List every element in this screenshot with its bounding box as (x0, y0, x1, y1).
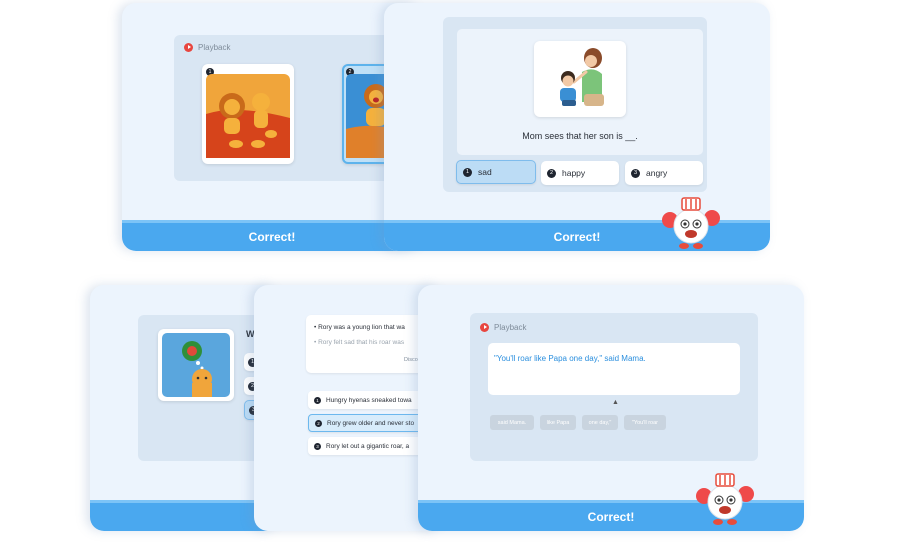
word-chip-1[interactable]: said Mama. (490, 415, 534, 430)
option-label: Rory grew older and never sto (327, 419, 415, 427)
playback-button[interactable]: Playback (184, 43, 230, 52)
option-label: happy (562, 168, 586, 178)
footer-label: Correct! (248, 230, 296, 244)
play-icon (480, 323, 489, 332)
card-bottom-left: W 1 2 3 (90, 285, 280, 531)
footer-bar (90, 500, 280, 531)
option-label: sad (478, 167, 492, 177)
playback-button[interactable]: Playback (480, 323, 526, 332)
option-number: 2 (315, 419, 322, 427)
word-chip-3[interactable]: one day," (582, 415, 618, 430)
option-label: angry (646, 168, 668, 178)
answer-option-sad[interactable]: 1 sad (456, 160, 536, 184)
sentence-box (488, 343, 740, 395)
story-fragment: Disco (404, 357, 418, 363)
chip-label: said Mama. (497, 419, 527, 426)
question-image (158, 329, 234, 401)
question-image (534, 41, 626, 117)
mother-son-icon (560, 48, 604, 106)
word-chip-4[interactable]: "You'll roar (624, 415, 666, 430)
playback-label: Playback (198, 43, 231, 52)
story-line-1: • Rory was a young lion that wa (314, 324, 405, 331)
footer-label: Correct! (587, 510, 635, 524)
chip-label: "You'll roar (631, 419, 659, 426)
lion-family-image (206, 74, 290, 158)
cursor-icon: ▲ (612, 399, 619, 406)
card-top-left: Playback 1 2 Correct! (122, 3, 422, 251)
option-number: 3 (314, 442, 321, 450)
chip-label: like Papa (546, 419, 570, 426)
sentence-text: "You'll roar like Papa one day," said Ma… (494, 354, 646, 363)
playback-label: Playback (494, 323, 527, 332)
option-number: 3 (631, 168, 640, 178)
option-number: 1 (314, 396, 321, 404)
image-option-1[interactable]: 1 (202, 64, 294, 164)
option-number: 2 (547, 168, 556, 178)
play-icon (184, 43, 193, 52)
answer-option-happy[interactable]: 2 happy (541, 161, 619, 185)
sequence-option-2[interactable]: 2 Rory grew older and never sto (308, 414, 436, 432)
option-number: 1 (463, 167, 472, 177)
answer-option-angry[interactable]: 3 angry (625, 161, 703, 185)
sequence-option-3[interactable]: 3 Rory let out a gigantic roar, a (308, 437, 436, 455)
option-label: Rory let out a gigantic roar, a (326, 442, 410, 450)
story-text: Rory was a young lion that wa (318, 324, 405, 331)
story-line-2: • Rory felt sad that his roar was (314, 339, 405, 346)
sequence-option-1[interactable]: 1 Hungry hyenas sneaked towa (308, 391, 436, 409)
lion-icon (162, 333, 230, 397)
footer-correct: Correct! (122, 220, 422, 251)
word-chip-2[interactable]: like Papa (540, 415, 576, 430)
card-bottom-middle: • Rory was a young lion that wa • Rory f… (254, 285, 444, 531)
footer-label: Correct! (553, 230, 601, 244)
chip-label: one day," (588, 419, 612, 426)
mascot-icon (662, 197, 720, 249)
option-label: Hungry hyenas sneaked towa (326, 396, 412, 404)
story-text: Rory felt sad that his roar was (318, 339, 405, 346)
mascot-icon (696, 473, 754, 525)
question-sentence: Mom sees that her son is __. (522, 131, 638, 141)
